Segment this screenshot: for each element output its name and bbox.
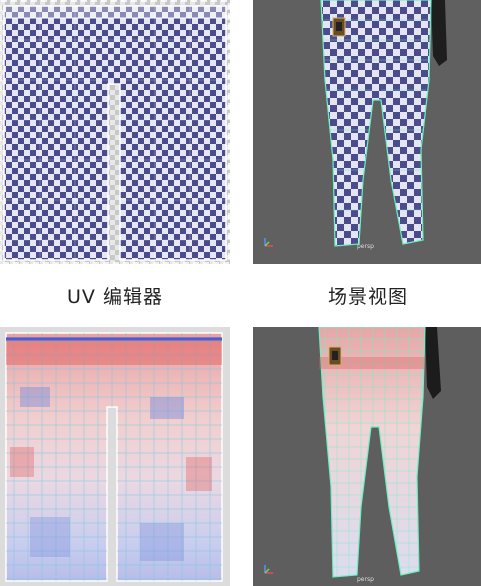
uv-editor-distortion-panel[interactable] (0, 327, 230, 586)
caption-uv-editor: UV 编辑器 (67, 286, 163, 308)
uv-checker-canvas (0, 0, 230, 264)
scene-checker-canvas: persp (253, 0, 481, 264)
camera-label: persp (357, 576, 374, 583)
scene-viewport-checker[interactable]: persp (253, 0, 481, 264)
patch-badge-icon (328, 346, 342, 366)
uv-editor-checker-panel[interactable] (0, 0, 230, 264)
caption-scene-view: 场景视图 (327, 286, 408, 308)
uv-distortion-canvas (0, 327, 230, 586)
camera-label: persp (357, 243, 374, 250)
scene-distortion-canvas: persp (253, 327, 481, 586)
scene-viewport-distortion[interactable]: persp (253, 327, 481, 586)
patch-badge-icon (332, 17, 346, 37)
